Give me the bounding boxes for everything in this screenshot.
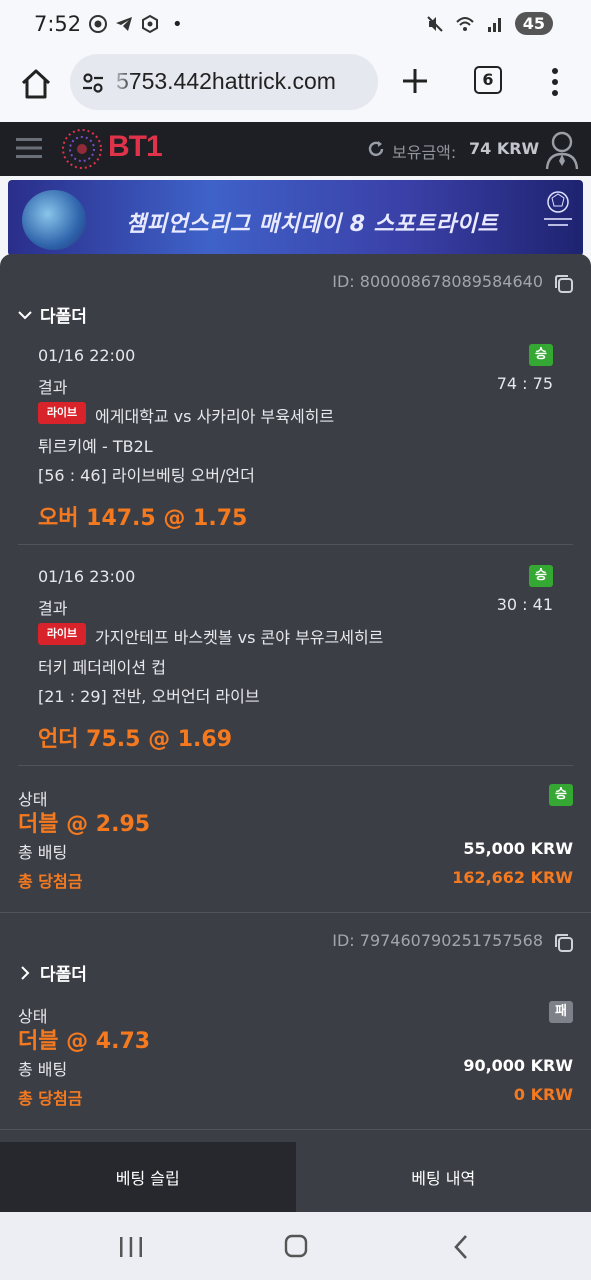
win-badge: 승 bbox=[529, 565, 553, 587]
bet-market: [21 : 29] 전반, 오버언더 라이브 bbox=[38, 687, 260, 706]
more-options-icon[interactable] bbox=[545, 66, 565, 98]
url-fade bbox=[110, 54, 134, 110]
balance-label: 보유금액: bbox=[392, 143, 457, 162]
total-odds: 더블 @ 2.95 bbox=[18, 812, 151, 837]
promo-banner[interactable]: 챔피언스리그 매치데이 8 스포트라이트 bbox=[8, 180, 583, 256]
ticket-id: ID: 797460790251757568 bbox=[332, 931, 543, 950]
bet-pick: 언더 75.5 @ 1.69 bbox=[38, 727, 233, 752]
divider bbox=[18, 544, 573, 545]
live-badge: 라이브 bbox=[38, 623, 86, 645]
chevron-right-icon bbox=[21, 965, 30, 980]
user-icon[interactable] bbox=[544, 130, 580, 170]
banner-ball-image bbox=[22, 190, 86, 250]
status-time: 7:52 bbox=[34, 12, 82, 36]
battery-indicator: 45 bbox=[514, 12, 553, 35]
wifi-icon bbox=[456, 16, 474, 31]
copy-icon[interactable] bbox=[553, 932, 575, 954]
logo-globe-icon bbox=[62, 129, 102, 169]
live-badge: 라이브 bbox=[38, 402, 86, 424]
url-text[interactable]: 5753.442hattrick.com bbox=[116, 68, 336, 95]
bottom-tabs: 베팅 슬립 베팅 내역 bbox=[0, 1142, 591, 1212]
total-bet-value: 90,000 KRW bbox=[463, 1056, 573, 1075]
site-logo[interactable]: BT1 bbox=[60, 128, 180, 170]
bet-item: 01/16 22:00 승 결과 74 : 75 라이브 에게대학교 vs 사카… bbox=[18, 344, 573, 536]
system-nav-bar bbox=[0, 1212, 591, 1280]
champions-league-logo bbox=[544, 191, 572, 226]
ticket-id: ID: 800008678089584640 bbox=[332, 272, 543, 291]
bet-item: 01/16 23:00 승 결과 30 : 41 라이브 가지안테프 바스켓볼 … bbox=[18, 565, 573, 757]
copy-icon[interactable] bbox=[553, 273, 575, 295]
section-label: 다폴더 bbox=[40, 965, 87, 985]
status-badge: 승 bbox=[549, 784, 573, 806]
tab-bet-slip[interactable]: 베팅 슬립 bbox=[0, 1142, 296, 1212]
bet-pick: 오버 147.5 @ 1.75 bbox=[38, 506, 248, 531]
signal-icon bbox=[487, 17, 501, 32]
ticket-summary: 상태 승 더블 @ 2.95 총 배팅 55,000 KRW 총 당첨금 162… bbox=[18, 784, 573, 896]
site-settings-icon[interactable] bbox=[80, 70, 106, 96]
total-win-value: 162,662 KRW bbox=[452, 868, 573, 887]
bet-league: 터키 페더레이션 컵 bbox=[38, 658, 166, 677]
bet-match: 가지안테프 바스켓볼 vs 콘야 부유크세히르 bbox=[95, 628, 384, 647]
status-more-dot: • bbox=[172, 14, 183, 35]
banner-text: 챔피언스리그 매치데이 8 스포트라이트 bbox=[126, 212, 499, 237]
bet-league: 튀르키예 - TB2L bbox=[38, 437, 153, 456]
total-win-label: 총 당첨금 bbox=[18, 872, 83, 891]
bet-match: 에게대학교 vs 사카리아 부육세히르 bbox=[95, 407, 335, 426]
multi-bet-toggle[interactable]: 다폴더 bbox=[18, 960, 87, 985]
section-label: 다폴더 bbox=[40, 307, 87, 327]
tab-switcher-button[interactable]: 6 bbox=[474, 66, 502, 94]
result-label: 결과 bbox=[38, 599, 68, 618]
browser-toolbar: 5753.442hattrick.com 6 bbox=[0, 52, 591, 122]
home-nav-icon[interactable] bbox=[284, 1234, 308, 1258]
shield-app-icon bbox=[142, 14, 158, 34]
ticket-divider bbox=[0, 1129, 591, 1130]
total-odds: 더블 @ 4.73 bbox=[18, 1029, 151, 1054]
total-bet-label: 총 배팅 bbox=[18, 1060, 68, 1079]
bet-date: 01/16 23:00 bbox=[38, 567, 136, 586]
back-icon[interactable] bbox=[452, 1234, 470, 1260]
total-bet-value: 55,000 KRW bbox=[463, 839, 573, 858]
status-badge: 패 bbox=[549, 1001, 573, 1023]
menu-icon[interactable] bbox=[16, 138, 42, 158]
new-tab-icon[interactable] bbox=[398, 64, 432, 98]
bet-market: [56 : 46] 라이브베팅 오버/언더 bbox=[38, 466, 255, 485]
win-badge: 승 bbox=[529, 344, 553, 366]
bet-score: 30 : 41 bbox=[496, 595, 553, 614]
multi-bet-toggle[interactable]: 다폴더 bbox=[18, 302, 87, 327]
notification-icons bbox=[88, 14, 160, 34]
refresh-icon[interactable] bbox=[366, 139, 386, 159]
bet-score: 74 : 75 bbox=[496, 374, 553, 393]
logo-text: BT1 bbox=[108, 130, 163, 163]
address-bar[interactable]: 5753.442hattrick.com bbox=[70, 54, 378, 110]
status-bar: 7:52 • 45 bbox=[0, 0, 591, 52]
total-bet-label: 총 배팅 bbox=[18, 843, 68, 862]
site-header: BT1 보유금액: 74 KRW bbox=[0, 122, 591, 176]
bet-date: 01/16 22:00 bbox=[38, 346, 136, 365]
home-icon[interactable] bbox=[18, 66, 54, 102]
tab-bet-history[interactable]: 베팅 내역 bbox=[295, 1142, 591, 1212]
mute-icon bbox=[427, 15, 443, 32]
ticket-summary: 상태 패 더블 @ 4.73 총 배팅 90,000 KRW 총 당첨금 0 K… bbox=[18, 1001, 573, 1113]
chrome-icon bbox=[89, 15, 107, 33]
ticket-divider bbox=[0, 912, 591, 913]
recent-apps-icon[interactable] bbox=[118, 1236, 144, 1258]
chevron-down-icon bbox=[18, 310, 32, 319]
result-label: 결과 bbox=[38, 378, 68, 397]
total-win-label: 총 당첨금 bbox=[18, 1089, 83, 1108]
telegram-icon bbox=[116, 17, 132, 31]
balance-value: 74 KRW bbox=[469, 139, 540, 158]
divider bbox=[18, 765, 573, 766]
total-win-value: 0 KRW bbox=[513, 1085, 573, 1104]
system-icons: 45 bbox=[425, 12, 553, 35]
bet-history-sheet: ID: 800008678089584640 다폴더 01/16 22:00 승… bbox=[0, 254, 591, 1212]
